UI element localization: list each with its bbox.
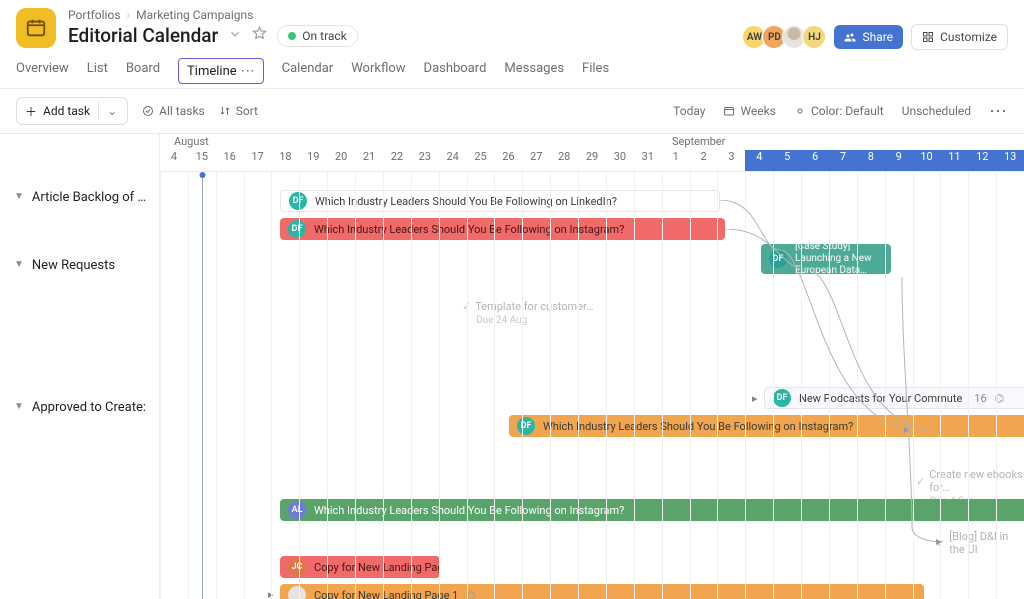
section-backlog[interactable]: ▼ Article Backlog of …	[14, 190, 146, 205]
tab-dashboard[interactable]: Dashboard	[424, 61, 487, 86]
avatar	[288, 586, 306, 599]
avatar: DF	[517, 417, 535, 435]
date-cell[interactable]: 4	[160, 150, 188, 171]
status-dot-icon	[288, 32, 296, 40]
avatar: JC	[288, 558, 306, 576]
triangle-down-icon: ▼	[14, 259, 24, 270]
date-cell[interactable]: 7	[829, 150, 857, 171]
task-bar[interactable]: Copy for New Landing Page 1 ⌬	[280, 584, 924, 599]
date-cell[interactable]: 18	[272, 150, 300, 171]
date-cell[interactable]: 28	[550, 150, 578, 171]
more-icon[interactable]: ⋯	[989, 101, 1008, 122]
date-cell[interactable]: 26	[495, 150, 523, 171]
ghost-task[interactable]: ✓Template for customer… Due 24 Aug	[462, 300, 593, 326]
breadcrumb: Portfolios › Marketing Campaigns	[68, 8, 1008, 22]
breadcrumb-child[interactable]: Marketing Campaigns	[136, 8, 253, 22]
subtask-count: 16	[974, 392, 986, 405]
timeline: ▼ Article Backlog of … ▼ New Requests ▼ …	[0, 134, 1024, 599]
task-title: Copy for New Landing Page 1	[314, 589, 458, 599]
triangle-down-icon: ▼	[14, 191, 24, 202]
status-pill[interactable]: On track	[277, 25, 358, 47]
subtask-icon: ⌬	[466, 589, 476, 599]
date-cell[interactable]: 21	[355, 150, 383, 171]
date-cell[interactable]: 13	[996, 150, 1024, 171]
avatar: DF	[289, 192, 307, 210]
date-cell[interactable]: 20	[327, 150, 355, 171]
section-new-requests[interactable]: ▼ New Requests	[14, 258, 115, 273]
tab-files[interactable]: Files	[582, 61, 609, 86]
status-label: On track	[302, 29, 347, 43]
unscheduled-button[interactable]: Unscheduled	[902, 104, 971, 118]
tab-list[interactable]: List	[87, 61, 108, 86]
task-title: Copy for New Landing Page	[314, 561, 440, 574]
date-cell[interactable]: 2	[690, 150, 718, 171]
avatar[interactable]: HJ	[802, 25, 826, 49]
date-cell[interactable]: 6	[801, 150, 829, 171]
date-cell[interactable]: 22	[383, 150, 411, 171]
date-cell[interactable]: 11	[941, 150, 969, 171]
tab-board[interactable]: Board	[126, 61, 160, 86]
toolbar: ＋ Add task ⌄ All tasks Sort Today Weeks …	[0, 89, 1024, 134]
task-bar[interactable]: DF Which Industry Leaders Should You Be …	[280, 190, 720, 212]
date-cell[interactable]: 29	[578, 150, 606, 171]
date-cell[interactable]: 19	[299, 150, 327, 171]
task-bar[interactable]: DF Which Industry Leaders Should You Be …	[280, 218, 725, 240]
project-title: Editorial Calendar	[68, 24, 218, 47]
tab-timeline[interactable]: Timeline ⋯	[178, 58, 264, 84]
timeline-grid[interactable]: DF Which Industry Leaders Should You Be …	[160, 172, 1024, 599]
date-cell[interactable]: 30	[606, 150, 634, 171]
sort-button[interactable]: Sort	[219, 104, 258, 118]
tab-overview[interactable]: Overview	[16, 61, 69, 86]
tabs: Overview List Board Timeline ⋯ Calendar …	[0, 48, 1024, 89]
avatar: AL	[288, 501, 306, 519]
date-cell[interactable]: 31	[634, 150, 662, 171]
date-cell[interactable]: 9	[885, 150, 913, 171]
breadcrumb-root[interactable]: Portfolios	[68, 8, 121, 22]
dependency-line	[892, 277, 952, 547]
section-approved[interactable]: ▼ Approved to Create:	[14, 400, 146, 415]
months-row: August September	[160, 134, 1024, 150]
date-cell[interactable]: 17	[244, 150, 272, 171]
tab-messages[interactable]: Messages	[504, 61, 564, 86]
date-cell[interactable]: 27	[522, 150, 550, 171]
date-cell[interactable]: 3	[718, 150, 746, 171]
date-cell[interactable]: 24	[439, 150, 467, 171]
color-button[interactable]: Color: Default	[794, 104, 884, 118]
date-cell[interactable]: 12	[968, 150, 996, 171]
more-icon[interactable]: ⋯	[241, 63, 255, 79]
avatar-stack[interactable]: AW PD HJ	[746, 25, 826, 49]
avatar: DF	[288, 220, 306, 238]
date-cell[interactable]: 5	[773, 150, 801, 171]
task-bar[interactable]: JC Copy for New Landing Page	[280, 556, 440, 578]
date-cell[interactable]: 25	[467, 150, 495, 171]
date-cell[interactable]: 8	[857, 150, 885, 171]
date-cell[interactable]: 15	[188, 150, 216, 171]
triangle-down-icon: ▼	[14, 401, 24, 412]
chevron-down-icon[interactable]: ⌄	[98, 102, 121, 120]
header: Portfolios › Marketing Campaigns Editori…	[0, 0, 1024, 48]
customize-button[interactable]: Customize	[911, 24, 1008, 50]
date-cell[interactable]: 4	[745, 150, 773, 171]
add-task-button[interactable]: ＋ Add task ⌄	[16, 97, 128, 125]
project-icon	[16, 8, 56, 48]
date-cell[interactable]: 10	[913, 150, 941, 171]
all-tasks-filter[interactable]: All tasks	[142, 104, 205, 118]
today-button[interactable]: Today	[673, 104, 705, 118]
zoom-weeks[interactable]: Weeks	[723, 104, 775, 118]
share-button[interactable]: Share	[834, 25, 903, 49]
sections-column: ▼ Article Backlog of … ▼ New Requests ▼ …	[0, 134, 160, 599]
dates-row: 4151617181920212223242526272829303112345…	[160, 150, 1024, 172]
header-actions: AW PD HJ Share Customize	[746, 24, 1008, 50]
tab-calendar[interactable]: Calendar	[282, 61, 334, 86]
date-cell[interactable]: 16	[216, 150, 244, 171]
date-cell[interactable]: 1	[662, 150, 690, 171]
date-cell[interactable]: 23	[411, 150, 439, 171]
tab-workflow[interactable]: Workflow	[351, 61, 405, 86]
chevron-right-icon: ›	[127, 8, 131, 22]
chevron-down-icon[interactable]	[228, 27, 242, 45]
star-icon[interactable]	[252, 26, 267, 45]
